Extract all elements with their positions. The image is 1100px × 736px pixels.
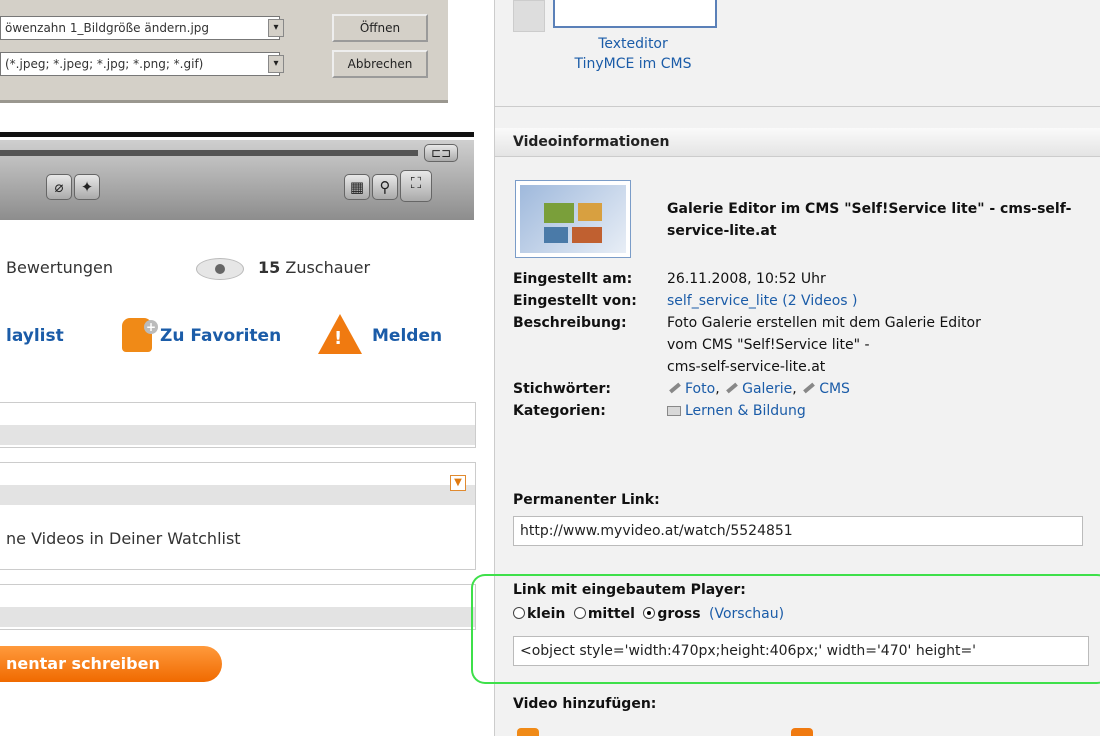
posted-value: 26.11.2008, 10:52 Uhr <box>667 271 826 287</box>
progress-bar[interactable] <box>0 150 418 156</box>
divider <box>495 106 1100 107</box>
category-link[interactable]: Lernen & Bildung <box>685 403 806 419</box>
filetype-value: (*.jpeg; *.jpeg; *.jpg; *.png; *.gif) <box>5 57 204 71</box>
thumbs-up-icon[interactable]: + <box>122 318 158 352</box>
watchlist-text: ne Videos in Deiner Watchlist <box>6 529 241 548</box>
film-icon[interactable]: ▦ <box>344 174 370 200</box>
section-header: Videoinformationen <box>495 128 1100 157</box>
posted-label: Eingestellt am: <box>513 271 633 287</box>
loop-icon[interactable]: ⊏⊐ <box>424 144 458 162</box>
size-small-label: klein <box>527 606 566 622</box>
share-icon[interactable]: ✦ <box>74 174 100 200</box>
filename-value: öwenzahn 1_Bildgröße ändern.jpg <box>5 21 210 35</box>
permalink-field[interactable]: http://www.myvideo.at/watch/5524851 <box>513 516 1083 546</box>
filename-dropdown-icon[interactable]: ▾ <box>268 19 284 37</box>
write-comment-button[interactable]: nentar schreiben <box>0 646 222 682</box>
player-top-edge <box>0 132 474 137</box>
right-column: Texteditor TinyMCE im CMS Videoinformati… <box>471 0 1100 736</box>
add-video-label: Video hinzufügen: <box>513 696 657 712</box>
thumb-title-link[interactable]: Texteditor TinyMCE im CMS <box>553 34 713 74</box>
viewers-count: 15 <box>258 258 281 277</box>
description: Foto Galerie erstellen mit dem Galerie E… <box>667 315 981 375</box>
embed-label: Link mit eingebautem Player: <box>513 582 746 598</box>
thumb-placeholder <box>513 0 545 32</box>
section-title: Videoinformationen <box>513 134 670 150</box>
watchlist-panel: ▼ ne Videos in Deiner Watchlist <box>0 462 476 570</box>
cancel-button[interactable]: Abbrechen <box>332 50 428 78</box>
user-link[interactable]: self_service_lite <box>667 293 778 309</box>
collapsed-panel-1 <box>0 402 476 448</box>
link-icon[interactable]: ⌀ <box>46 174 72 200</box>
tag-link[interactable]: CMS <box>819 381 850 397</box>
by-label: Eingestellt von: <box>513 293 637 309</box>
pencil-icon <box>803 382 816 394</box>
filename-field[interactable]: öwenzahn 1_Bildgröße ändern.jpg <box>0 16 280 40</box>
preview-link[interactable]: (Vorschau) <box>709 606 784 622</box>
warning-mark: ! <box>334 328 343 349</box>
viewers-label: Zuschauer <box>285 258 371 277</box>
size-large-label: gross <box>657 606 701 622</box>
user-videos-link[interactable]: 2 Videos <box>788 293 848 309</box>
fullscreen-icon[interactable]: ⛶ <box>400 170 432 202</box>
video-title: Galerie Editor im CMS "Self!Service lite… <box>667 201 1072 239</box>
embed-code-field[interactable]: <object style='width:470px;height:406px;… <box>513 636 1089 666</box>
tag-link[interactable]: Galerie <box>742 381 792 397</box>
radio-large[interactable] <box>643 607 656 619</box>
video-thumbnail[interactable] <box>553 0 717 28</box>
open-button[interactable]: Öffnen <box>332 14 428 42</box>
permalink-label: Permanenter Link: <box>513 492 660 508</box>
report-link[interactable]: Melden <box>372 326 442 346</box>
eye-icon <box>196 258 244 280</box>
zoom-icon[interactable]: ⚲ <box>372 174 398 200</box>
video-player-controls: ⊏⊐ ⌀ ✦ ▦ ⚲ ⛶ <box>0 140 474 220</box>
playlist-link[interactable]: laylist <box>6 326 64 346</box>
add-icon[interactable] <box>517 728 539 736</box>
dropdown-toggle-icon[interactable]: ▼ <box>450 475 466 491</box>
pencil-icon <box>669 382 681 394</box>
radio-medium[interactable] <box>573 607 586 619</box>
favorites-link[interactable]: Zu Favoriten <box>160 326 281 346</box>
ratings-text: Bewertungen <box>6 258 114 277</box>
filetype-field[interactable]: (*.jpeg; *.jpeg; *.jpg; *.png; *.gif) <box>0 52 280 76</box>
radio-small[interactable] <box>513 607 525 619</box>
tags-label: Stichwörter: <box>513 381 611 397</box>
desc-label: Beschreibung: <box>513 315 627 331</box>
folder-icon <box>667 406 681 416</box>
collapsed-panel-2 <box>0 584 476 630</box>
size-medium-label: mittel <box>587 606 635 622</box>
file-dialog: öwenzahn 1_Bildgröße ändern.jpg ▾ (*.jpe… <box>0 0 448 103</box>
filetype-dropdown-icon[interactable]: ▾ <box>268 55 284 73</box>
pencil-icon <box>726 382 738 394</box>
category-label: Kategorien: <box>513 403 606 419</box>
video-thumbnail-small[interactable] <box>515 180 631 258</box>
add-icon[interactable] <box>791 728 813 736</box>
tag-link[interactable]: Foto <box>685 381 715 397</box>
